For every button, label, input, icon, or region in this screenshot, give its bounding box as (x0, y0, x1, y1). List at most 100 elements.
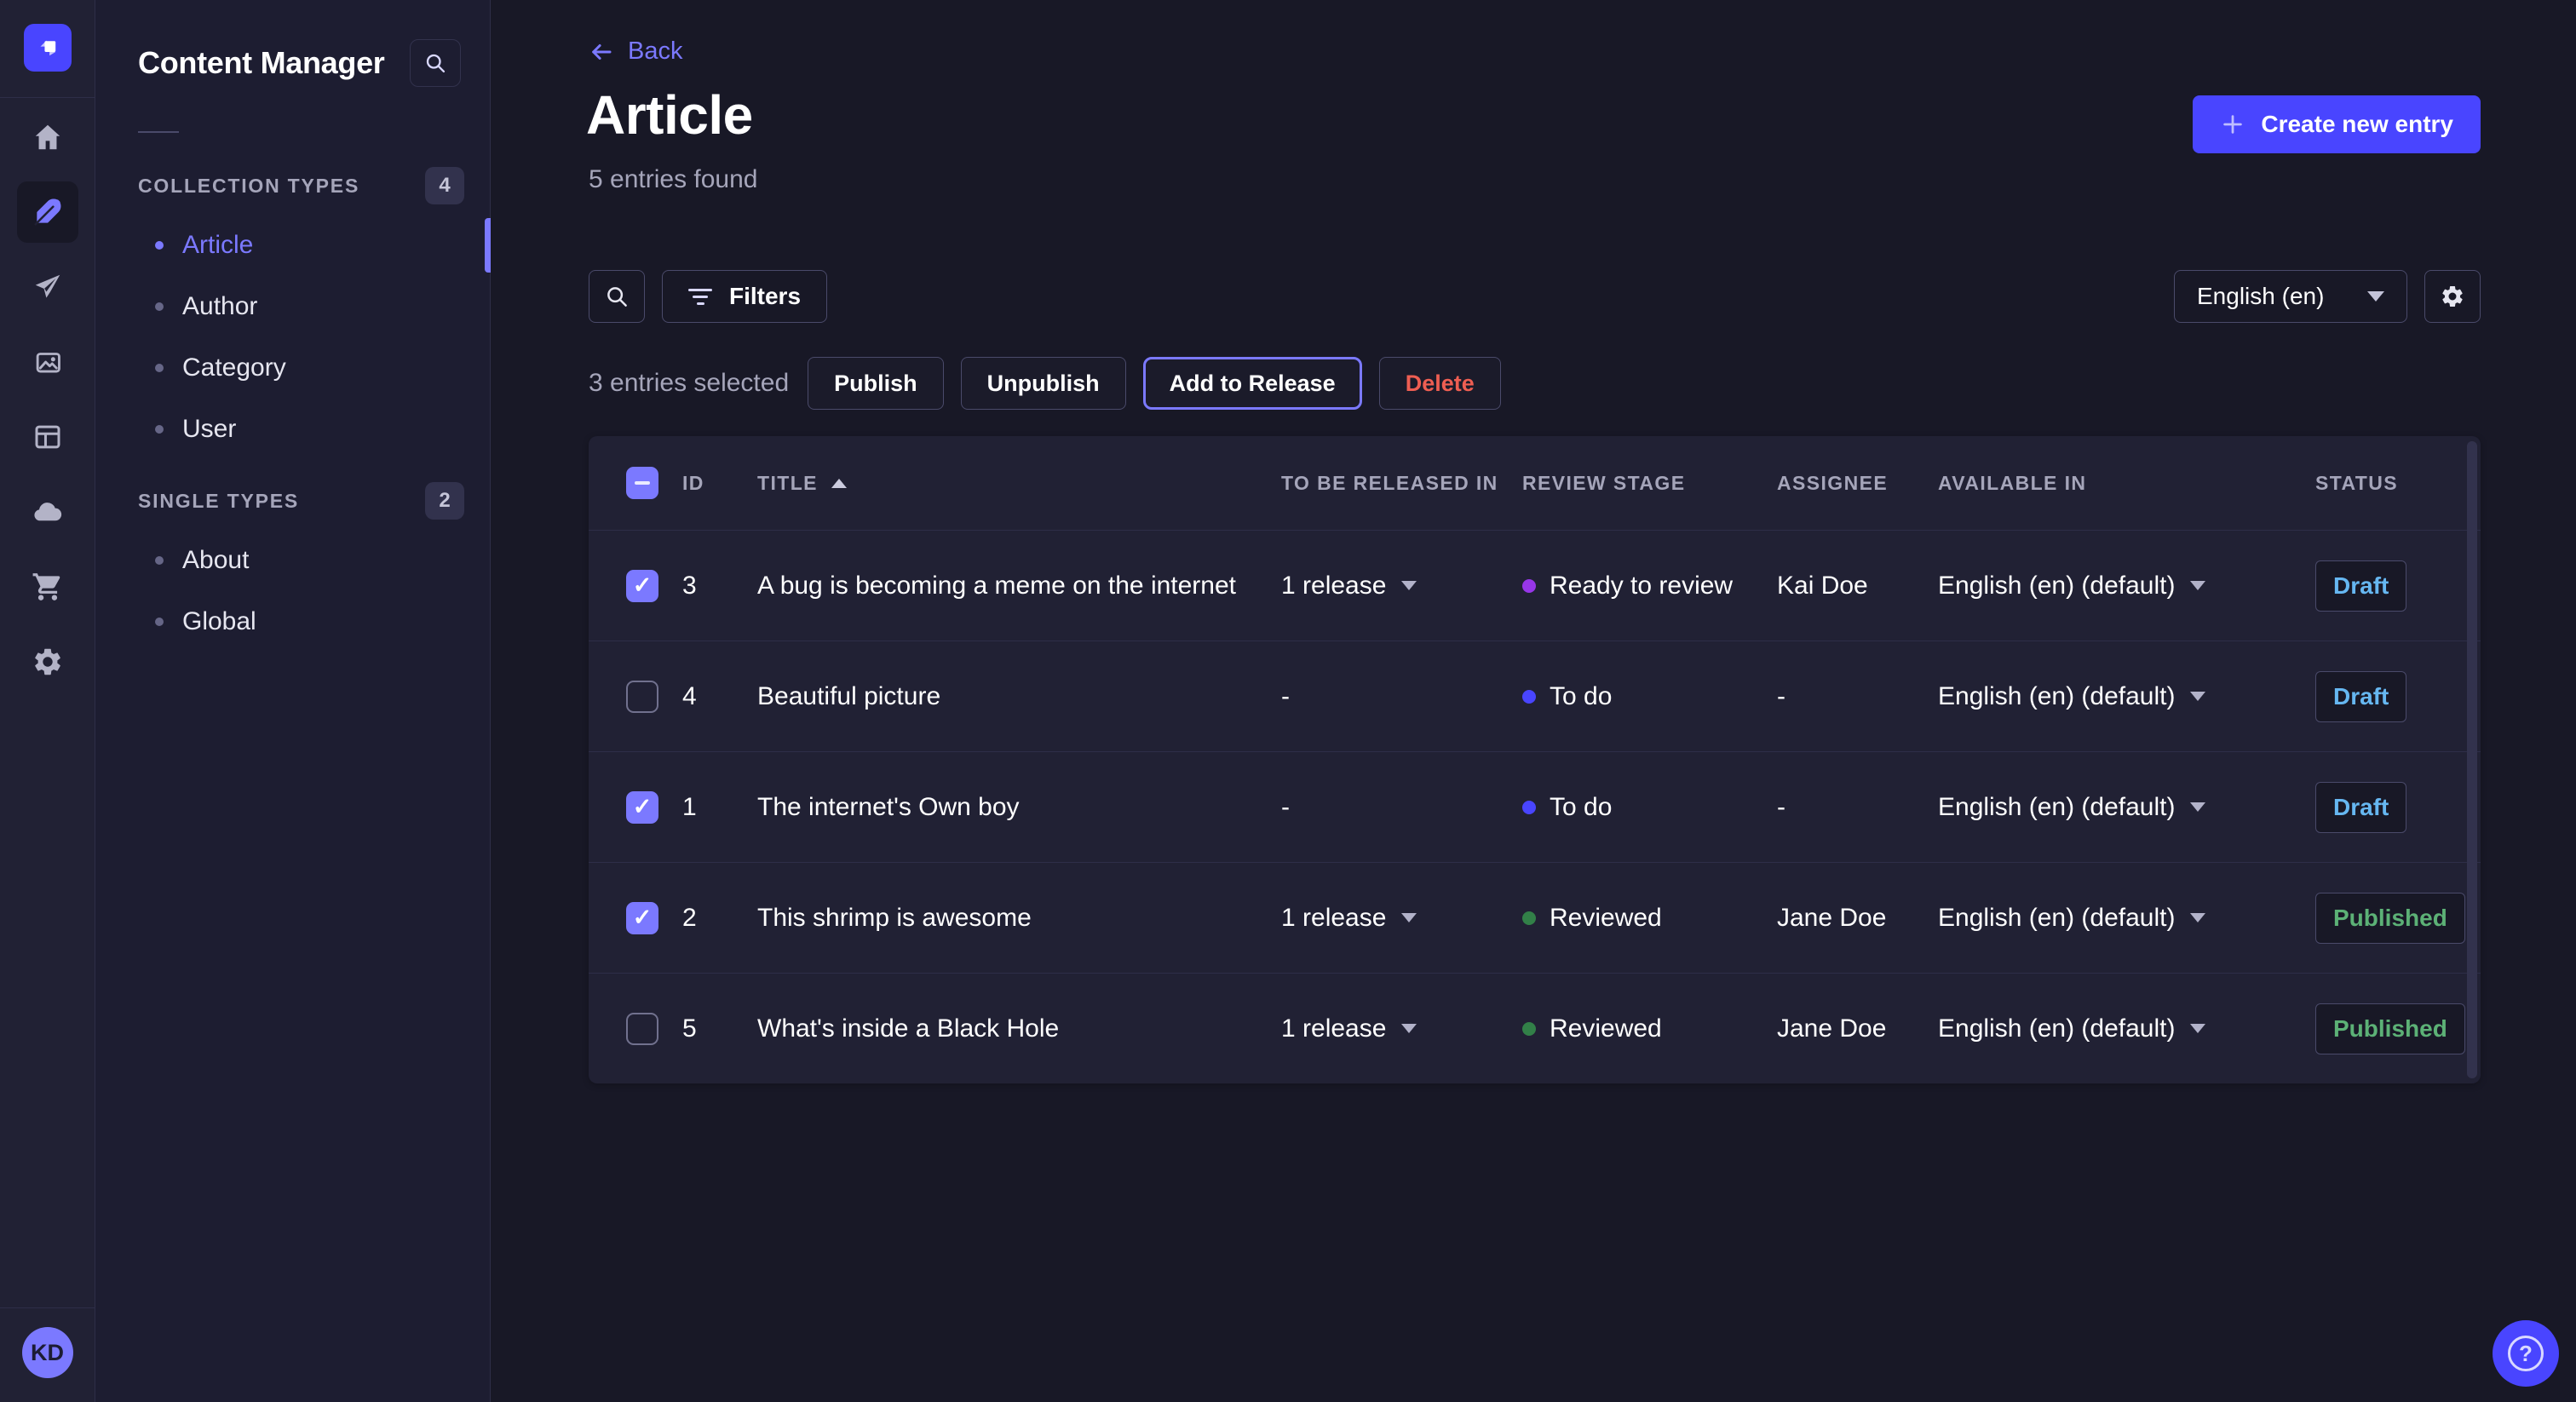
sidebar-item-user[interactable]: User (95, 399, 490, 460)
strapi-logo-icon (33, 33, 62, 62)
table-row[interactable]: 3 A bug is becoming a meme on the intern… (589, 530, 2481, 641)
search-icon[interactable] (589, 270, 645, 323)
home-icon[interactable] (17, 106, 78, 168)
media-library-images-icon[interactable] (17, 331, 78, 393)
marketplace-cart-icon[interactable] (17, 556, 78, 618)
bullet-icon (155, 364, 164, 372)
back-arrow-icon (589, 39, 614, 65)
cell-id: 1 (682, 793, 757, 822)
avatar[interactable]: KD (22, 1327, 73, 1378)
release-label: 1 release (1281, 572, 1386, 600)
cell-title: What's inside a Black Hole (757, 1014, 1281, 1043)
chevron-down-icon (2190, 581, 2205, 590)
cell-assignee: - (1777, 793, 1938, 822)
row-checkbox[interactable] (626, 681, 658, 713)
chevron-down-icon (2190, 913, 2205, 922)
count-badge: 2 (425, 482, 464, 520)
sidebar-item-article[interactable]: Article (95, 215, 490, 276)
table-scrollbar[interactable] (2467, 441, 2477, 1078)
sidebar-item-label: Article (182, 231, 253, 260)
sidebar-item-label: About (182, 546, 249, 575)
unpublish-button[interactable]: Unpublish (961, 357, 1126, 410)
release-dropdown[interactable]: 1 release (1281, 572, 1522, 600)
cell-review-stage: To do (1522, 682, 1777, 711)
search-icon[interactable] (410, 39, 461, 87)
stage-label: To do (1550, 682, 1612, 711)
sidebar-item-label: Global (182, 607, 256, 636)
cell-assignee: Jane Doe (1777, 904, 1938, 933)
column-header-available-in[interactable]: AVAILABLE IN (1938, 472, 2315, 495)
deploy-cloud-icon[interactable] (17, 481, 78, 543)
back-link[interactable]: Back (589, 37, 682, 66)
stage-dot-icon (1522, 1022, 1536, 1036)
content-manager-subnav: Content Manager COLLECTION TYPES 4 Artic… (95, 0, 491, 1402)
locale-dropdown[interactable]: English (en) (default) (1938, 1014, 2315, 1043)
table-row[interactable]: 2 This shrimp is awesome 1 release Revie… (589, 862, 2481, 973)
chevron-down-icon (1401, 913, 1417, 922)
column-header-assignee[interactable]: ASSIGNEE (1777, 472, 1938, 495)
locale-label: English (en) (default) (1938, 1014, 2175, 1043)
chevron-down-icon (2367, 291, 2384, 302)
sidebar-item-author[interactable]: Author (95, 276, 490, 337)
section-label: SINGLE TYPES (138, 490, 299, 513)
add-to-release-button[interactable]: Add to Release (1143, 357, 1362, 410)
row-checkbox[interactable] (626, 902, 658, 934)
cell-assignee: Jane Doe (1777, 1014, 1938, 1043)
column-header-status[interactable]: STATUS (2315, 472, 2481, 495)
sidebar-item-global[interactable]: Global (95, 591, 490, 652)
row-checkbox[interactable] (626, 791, 658, 824)
stage-label: Ready to review (1550, 572, 1733, 600)
settings-gear-icon[interactable] (17, 631, 78, 692)
row-checkbox[interactable] (626, 1013, 658, 1045)
locale-dropdown[interactable]: English (en) (default) (1938, 793, 2315, 822)
locale-dropdown[interactable]: English (en) (default) (1938, 572, 2315, 600)
stage-dot-icon (1522, 911, 1536, 925)
release-label: - (1281, 793, 1290, 822)
entries-count: 5 entries found (589, 165, 757, 194)
cell-status: Draft (2315, 671, 2481, 722)
locale-dropdown[interactable]: English (en) (default) (1938, 904, 2315, 933)
list-settings-gear-icon[interactable] (2424, 270, 2481, 323)
cell-title: Beautiful picture (757, 682, 1281, 711)
locale-dropdown[interactable]: English (en) (default) (1938, 682, 2315, 711)
column-header-id[interactable]: ID (682, 472, 757, 495)
release-dropdown[interactable]: 1 release (1281, 1014, 1522, 1043)
cell-status: Published (2315, 893, 2481, 944)
stage-dot-icon (1522, 801, 1536, 814)
select-all-checkbox[interactable] (626, 467, 658, 499)
chevron-down-icon (2190, 1024, 2205, 1033)
releases-paper-plane-icon[interactable] (17, 256, 78, 318)
cell-id: 4 (682, 682, 757, 711)
app-window: KD Content Manager COLLECTION TYPES 4 Ar… (0, 0, 2576, 1402)
column-header-title[interactable]: TITLE (757, 472, 1281, 495)
content-type-builder-layout-icon[interactable] (17, 406, 78, 468)
table-row[interactable]: 4 Beautiful picture - To do - English (e… (589, 641, 2481, 751)
column-header-review-stage[interactable]: REVIEW STAGE (1522, 472, 1777, 495)
sidebar-item-about[interactable]: About (95, 530, 490, 591)
release-dropdown[interactable]: 1 release (1281, 904, 1522, 933)
bulk-actions-bar: 3 entries selected Publish Unpublish Add… (589, 357, 1501, 410)
locale-select[interactable]: English (en) (2174, 270, 2407, 323)
publish-button[interactable]: Publish (808, 357, 944, 410)
status-badge: Draft (2315, 782, 2406, 833)
table-row[interactable]: 1 The internet's Own boy - To do - Engli… (589, 751, 2481, 862)
column-header-to-be-released-in[interactable]: TO BE RELEASED IN (1281, 472, 1522, 495)
sidebar-item-label: Category (182, 353, 286, 382)
sidebar-item-category[interactable]: Category (95, 337, 490, 399)
table-row[interactable]: 5 What's inside a Black Hole 1 release R… (589, 973, 2481, 1083)
cell-assignee: - (1777, 682, 1938, 711)
status-badge: Published (2315, 1003, 2465, 1054)
cell-id: 5 (682, 1014, 757, 1043)
content-manager-feather-icon[interactable] (17, 181, 78, 243)
strapi-logo[interactable] (24, 24, 72, 72)
cell-status: Published (2315, 1003, 2481, 1054)
filters-button[interactable]: Filters (662, 270, 827, 323)
cell-review-stage: To do (1522, 793, 1777, 822)
locale-label: English (en) (default) (1938, 793, 2175, 822)
row-checkbox[interactable] (626, 570, 658, 602)
create-new-entry-button[interactable]: Create new entry (2193, 95, 2481, 153)
help-button[interactable]: ? (2493, 1320, 2559, 1387)
bullet-icon (155, 618, 164, 626)
status-badge: Published (2315, 893, 2465, 944)
delete-button[interactable]: Delete (1379, 357, 1501, 410)
